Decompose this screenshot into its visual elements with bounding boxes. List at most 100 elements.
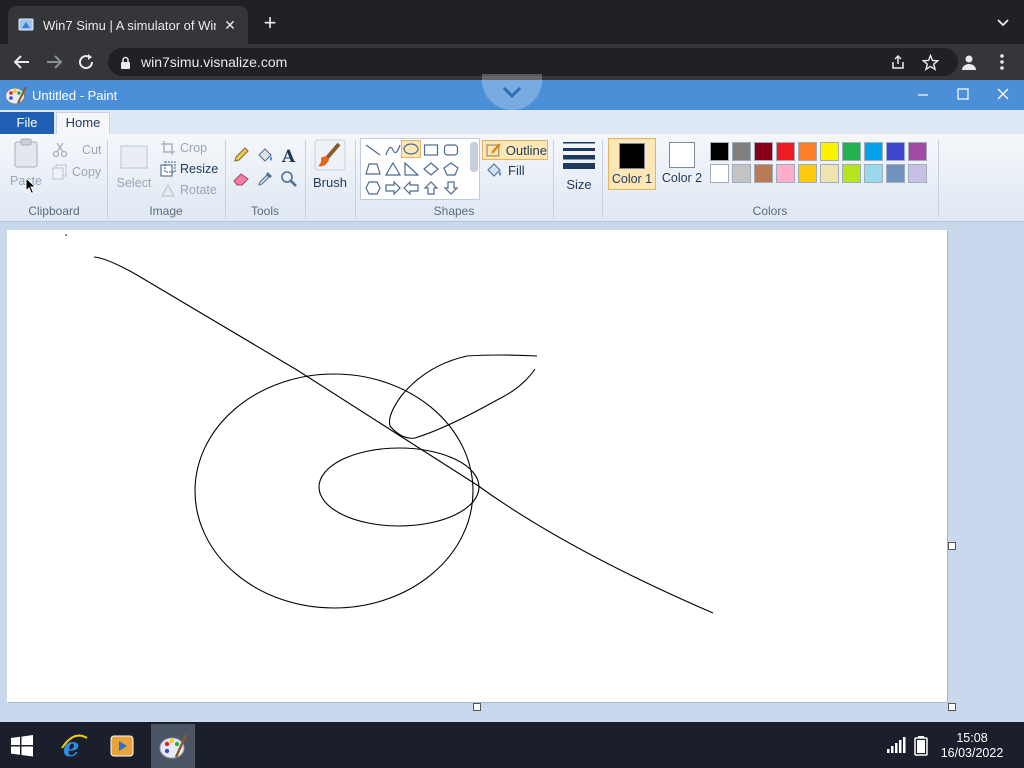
palette-swatch[interactable] bbox=[886, 142, 905, 161]
taskbar-paint[interactable] bbox=[151, 724, 195, 768]
tab-close-icon[interactable]: ✕ bbox=[222, 17, 238, 34]
separator bbox=[553, 140, 554, 218]
lock-icon bbox=[121, 56, 130, 69]
magnifier-tool[interactable] bbox=[278, 168, 300, 190]
palette-swatch[interactable] bbox=[820, 142, 839, 161]
copy-button[interactable]: Copy bbox=[52, 164, 101, 180]
resize-handle-corner[interactable] bbox=[948, 703, 956, 711]
media-player-icon bbox=[110, 735, 134, 757]
diamond-shape[interactable] bbox=[421, 160, 441, 178]
resize-handle-bottom[interactable] bbox=[473, 703, 481, 711]
minimize-button[interactable] bbox=[905, 83, 941, 105]
color1-button[interactable]: Color 1 bbox=[608, 138, 656, 190]
palette-swatch[interactable] bbox=[864, 142, 883, 161]
start-button[interactable] bbox=[0, 724, 44, 768]
pencil-tool[interactable] bbox=[230, 144, 252, 166]
eraser-tool[interactable] bbox=[230, 168, 252, 190]
palette-swatch[interactable] bbox=[798, 142, 817, 161]
bookmark-button[interactable] bbox=[918, 50, 942, 74]
reload-button[interactable] bbox=[74, 50, 98, 74]
palette-swatch[interactable] bbox=[908, 142, 927, 161]
crop-button[interactable]: Crop bbox=[160, 140, 207, 156]
palette-swatch[interactable] bbox=[842, 164, 861, 183]
palette-swatch[interactable] bbox=[710, 164, 729, 183]
separator bbox=[225, 140, 226, 218]
color-picker-tool[interactable] bbox=[254, 168, 276, 190]
resize-handle-right[interactable] bbox=[948, 542, 956, 550]
shapes-group-label: Shapes bbox=[433, 204, 475, 218]
address-bar[interactable]: win7simu.visnalize.com bbox=[108, 48, 958, 76]
oval-shape[interactable] bbox=[401, 140, 421, 158]
forward-button[interactable] bbox=[42, 50, 66, 74]
palette-swatch[interactable] bbox=[754, 164, 773, 183]
tools-group-label: Tools bbox=[250, 204, 279, 218]
palette-swatch[interactable] bbox=[842, 142, 861, 161]
left-arrow-shape[interactable] bbox=[401, 179, 421, 197]
tab-search-chevron-icon[interactable] bbox=[996, 16, 1010, 30]
window-title: Untitled - Paint bbox=[32, 87, 118, 103]
reload-icon bbox=[79, 54, 94, 70]
palette-swatch[interactable] bbox=[732, 164, 751, 183]
cut-button[interactable]: Cut bbox=[52, 142, 101, 158]
palette-swatch[interactable] bbox=[798, 164, 817, 183]
right-triangle-shape[interactable] bbox=[401, 160, 421, 178]
title-bar[interactable]: Untitled - Paint bbox=[0, 74, 1024, 110]
shapes-scrollbar[interactable] bbox=[470, 142, 478, 172]
taskbar: e 15:08 16/03/2022 bbox=[0, 722, 1024, 768]
new-tab-button[interactable]: + bbox=[258, 12, 282, 36]
triangle-shape[interactable] bbox=[383, 160, 403, 178]
curve-shape[interactable] bbox=[383, 141, 403, 159]
taskbar-internet-explorer[interactable]: e bbox=[52, 724, 96, 768]
fill-button[interactable]: Fill bbox=[486, 162, 525, 178]
separator bbox=[107, 140, 108, 218]
rounded-rectangle-shape[interactable] bbox=[441, 141, 461, 159]
hexagon-shape[interactable] bbox=[363, 179, 383, 197]
pentagon-shape[interactable] bbox=[441, 160, 461, 178]
palette-swatch[interactable] bbox=[776, 142, 795, 161]
drawing-canvas[interactable] bbox=[7, 230, 947, 702]
palette-swatch[interactable] bbox=[710, 142, 729, 161]
text-tool[interactable]: A bbox=[278, 144, 300, 166]
home-tab[interactable]: Home bbox=[56, 112, 110, 134]
polygon-shape[interactable] bbox=[363, 160, 383, 178]
paint-bucket-icon bbox=[258, 148, 272, 162]
fill-bucket-tool[interactable] bbox=[254, 144, 276, 166]
palette-swatch[interactable] bbox=[908, 164, 927, 183]
brush-button[interactable]: Brush bbox=[310, 138, 350, 190]
palette-swatch[interactable] bbox=[820, 164, 839, 183]
palette-swatch[interactable] bbox=[864, 164, 883, 183]
eyedropper-icon bbox=[258, 172, 272, 186]
palette-swatch[interactable] bbox=[776, 164, 795, 183]
size-button[interactable]: Size bbox=[560, 140, 598, 192]
taskbar-media-player[interactable] bbox=[100, 724, 144, 768]
triangle-icon bbox=[385, 162, 401, 176]
share-icon bbox=[892, 54, 904, 69]
right-arrow-shape[interactable] bbox=[383, 179, 403, 197]
back-button[interactable] bbox=[10, 50, 34, 74]
palette-swatch[interactable] bbox=[886, 164, 905, 183]
up-arrow-shape[interactable] bbox=[421, 179, 441, 197]
browser-tab[interactable]: Win7 Simu | A simulator of Win ✕ bbox=[8, 6, 248, 44]
hexagon-icon bbox=[365, 181, 381, 195]
file-menu-button[interactable]: File bbox=[0, 112, 54, 134]
close-button[interactable] bbox=[985, 83, 1021, 105]
browser-menu-button[interactable] bbox=[990, 50, 1014, 74]
down-arrow-shape[interactable] bbox=[441, 179, 461, 197]
rectangle-shape[interactable] bbox=[421, 141, 441, 159]
color2-button[interactable]: Color 2 bbox=[658, 138, 706, 190]
outline-label: Outline bbox=[505, 142, 547, 158]
collapse-toggle[interactable] bbox=[482, 74, 542, 110]
system-clock[interactable]: 15:08 16/03/2022 bbox=[934, 731, 1010, 761]
select-button[interactable]: Select bbox=[114, 144, 154, 190]
mouse-cursor-icon bbox=[25, 177, 37, 195]
profile-button[interactable] bbox=[957, 50, 981, 74]
rotate-button[interactable]: Rotate bbox=[160, 182, 217, 198]
outline-button[interactable]: Outline bbox=[482, 140, 548, 160]
share-button[interactable] bbox=[886, 50, 910, 74]
line-shape[interactable] bbox=[363, 141, 383, 159]
maximize-button[interactable] bbox=[945, 83, 981, 105]
palette-swatch[interactable] bbox=[754, 142, 773, 161]
palette-swatch[interactable] bbox=[732, 142, 751, 161]
arrow-down-shape-icon bbox=[443, 181, 459, 195]
resize-button[interactable]: Resize bbox=[160, 161, 218, 177]
